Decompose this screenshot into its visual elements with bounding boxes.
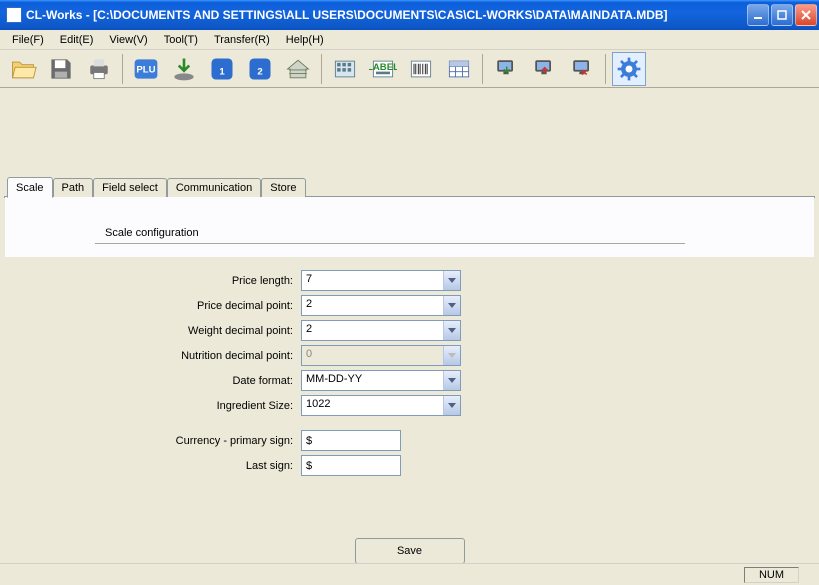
combo-nutrition-decimal: 0: [301, 345, 461, 366]
tab-store[interactable]: Store: [261, 178, 305, 199]
chevron-down-icon: [443, 371, 460, 390]
label-date-format: Date format:: [95, 375, 301, 387]
combo-value: MM-DD-YY: [302, 371, 443, 390]
svg-text:PLU: PLU: [136, 64, 155, 75]
tab-scale[interactable]: Scale: [7, 177, 53, 198]
combo-value: 7: [302, 271, 443, 290]
combo-value: 2: [302, 321, 443, 340]
combo-price-decimal[interactable]: 2: [301, 295, 461, 316]
chevron-down-icon: [443, 346, 460, 365]
window-title: CL-Works - [C:\DOCUMENTS AND SETTINGS\AL…: [26, 8, 747, 22]
toolbar: PLU 1 2 LABEL: [0, 50, 819, 88]
menu-transfer[interactable]: Transfer(R): [206, 32, 278, 48]
tab-path[interactable]: Path: [53, 178, 94, 199]
combo-value: 1022: [302, 396, 443, 415]
combo-ingredient-size[interactable]: 1022: [301, 395, 461, 416]
one-icon[interactable]: 1: [205, 52, 239, 86]
monitor-down-icon[interactable]: [489, 52, 523, 86]
table-icon[interactable]: [442, 52, 476, 86]
minimize-button[interactable]: [747, 4, 769, 26]
chevron-down-icon: [443, 271, 460, 290]
chevron-down-icon: [443, 296, 460, 315]
save-button[interactable]: Save: [355, 538, 465, 564]
status-bar: NUM: [0, 563, 819, 585]
combo-price-length[interactable]: 7: [301, 270, 461, 291]
label-ingredient-size: Ingredient Size:: [95, 400, 301, 412]
input-currency-primary[interactable]: [301, 430, 401, 451]
status-num: NUM: [744, 567, 799, 583]
menu-file[interactable]: File(F): [4, 32, 52, 48]
title-bar: CL-Works - [C:\DOCUMENTS AND SETTINGS\AL…: [0, 0, 819, 30]
label-currency-primary: Currency - primary sign:: [95, 435, 301, 447]
tab-strip: Scale Path Field select Communication St…: [7, 177, 306, 198]
maximize-button[interactable]: [771, 4, 793, 26]
save-icon[interactable]: [44, 52, 78, 86]
combo-value: 0: [302, 346, 443, 365]
keypad-icon[interactable]: [328, 52, 362, 86]
menu-view[interactable]: View(V): [101, 32, 155, 48]
barcode-icon[interactable]: [404, 52, 438, 86]
svg-text:2: 2: [257, 66, 262, 77]
label-nutrition-decimal: Nutrition decimal point:: [95, 350, 301, 362]
tab-field-select[interactable]: Field select: [93, 178, 167, 199]
label-last-sign: Last sign:: [95, 460, 301, 472]
menu-tool[interactable]: Tool(T): [156, 32, 206, 48]
home-icon[interactable]: [281, 52, 315, 86]
combo-value: 2: [302, 296, 443, 315]
label-weight-decimal: Weight decimal point:: [95, 325, 301, 337]
gear-icon[interactable]: [612, 52, 646, 86]
section-divider: [95, 243, 685, 244]
menu-edit[interactable]: Edit(E): [52, 32, 102, 48]
tab-communication[interactable]: Communication: [167, 178, 261, 199]
close-button[interactable]: [795, 4, 817, 26]
tab-panel: Scale Path Field select Communication St…: [4, 196, 815, 198]
download-icon[interactable]: [167, 52, 201, 86]
monitor-x-icon[interactable]: [565, 52, 599, 86]
open-icon[interactable]: [6, 52, 40, 86]
label-icon[interactable]: LABEL: [366, 52, 400, 86]
input-last-sign[interactable]: [301, 455, 401, 476]
combo-date-format[interactable]: MM-DD-YY: [301, 370, 461, 391]
menu-bar: File(F) Edit(E) View(V) Tool(T) Transfer…: [0, 30, 819, 50]
chevron-down-icon: [443, 321, 460, 340]
svg-text:1: 1: [219, 66, 225, 77]
monitor-up-icon[interactable]: [527, 52, 561, 86]
plu-icon[interactable]: PLU: [129, 52, 163, 86]
app-icon: [6, 7, 22, 23]
chevron-down-icon: [443, 396, 460, 415]
label-price-decimal: Price decimal point:: [95, 300, 301, 312]
combo-weight-decimal[interactable]: 2: [301, 320, 461, 341]
print-icon[interactable]: [82, 52, 116, 86]
svg-text:LABEL: LABEL: [369, 61, 397, 72]
section-title: Scale configuration: [105, 227, 724, 239]
menu-help[interactable]: Help(H): [278, 32, 332, 48]
label-price-length: Price length:: [95, 275, 301, 287]
two-icon[interactable]: 2: [243, 52, 277, 86]
